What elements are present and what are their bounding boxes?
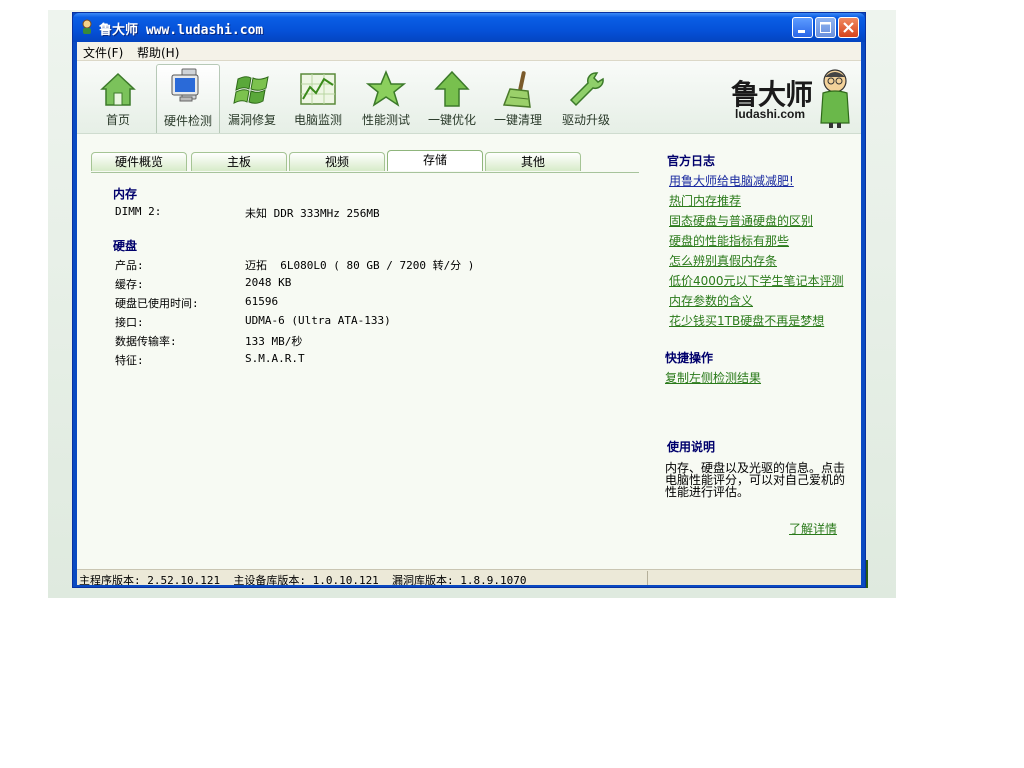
toolbar-clean-label: 一键清理 bbox=[493, 113, 542, 127]
brand-logo: 鲁大师 ludashi.com bbox=[727, 67, 857, 129]
disk-row-label: 接口: bbox=[115, 316, 144, 329]
blog-link[interactable]: 内存参数的含义 bbox=[669, 292, 753, 309]
title-bar[interactable]: 鲁大师 www.ludashi.com bbox=[73, 13, 865, 42]
blog-link[interactable]: 热门内存推荐 bbox=[669, 192, 741, 209]
learn-more-link[interactable]: 了解详情 bbox=[789, 520, 837, 537]
blog-link[interactable]: 固态硬盘与普通硬盘的区别 bbox=[669, 212, 813, 229]
close-icon bbox=[839, 18, 858, 37]
window-title: 鲁大师 www.ludashi.com bbox=[99, 23, 264, 38]
blog-link[interactable]: 硬盘的性能指标有那些 bbox=[669, 232, 789, 249]
usage-description: 内存、硬盘以及光驱的信息。点击电脑性能评分，可以对自己爱机的性能进行评估。 bbox=[665, 461, 846, 499]
toolbar-driver[interactable]: 驱动升级 bbox=[555, 67, 617, 129]
maximize-button[interactable] bbox=[815, 17, 836, 38]
tab-video[interactable]: 视频 bbox=[289, 152, 385, 171]
chart-icon bbox=[300, 73, 336, 105]
toolbar: 首页 硬件检测 漏洞修复 电脑监测 性能测试 一键优化 一键清理 驱动升级 鲁大… bbox=[77, 61, 861, 134]
brand-name-en: ludashi.com bbox=[735, 107, 806, 121]
disk-row-value: 2048 KB bbox=[245, 276, 292, 289]
toolbar-monitor-label: 电脑监测 bbox=[293, 113, 342, 127]
toolbar-benchmark[interactable]: 性能测试 bbox=[355, 67, 417, 129]
disk-row-value: 迈拓 6L080L0 ( 80 GB / 7200 转/分 ) bbox=[245, 259, 475, 272]
disk-row-value: 61596 bbox=[245, 295, 279, 308]
blog-section-title: 官方日志 bbox=[667, 154, 716, 168]
blog-link[interactable]: 用鲁大师给电脑减减肥! bbox=[669, 172, 794, 189]
disk-row-label: 数据传输率: bbox=[115, 335, 177, 348]
client-area: 文件(F) 帮助(H) 首页 硬件检测 漏洞修复 电脑监测 性能测试 一键优化 … bbox=[77, 42, 861, 585]
app-logo-icon bbox=[82, 19, 92, 34]
blog-link[interactable]: 花少钱买1TB硬盘不再是梦想 bbox=[669, 312, 824, 329]
disk-row-value: UDMA-6 (Ultra ATA-133) bbox=[245, 314, 391, 327]
toolbar-home[interactable]: 首页 bbox=[87, 67, 149, 129]
toolbar-patch[interactable]: 漏洞修复 bbox=[221, 67, 283, 129]
tab-motherboard[interactable]: 主板 bbox=[191, 152, 287, 171]
toolbar-clean[interactable]: 一键清理 bbox=[487, 67, 549, 129]
disk-row-label: 缓存: bbox=[115, 278, 144, 291]
tab-overview[interactable]: 硬件概览 bbox=[91, 152, 187, 171]
tab-strip: 硬件概览 主板 视频 存储 其他 bbox=[91, 150, 639, 173]
status-bar: 主程序版本: 2.52.10.121 主设备库版本: 1.0.10.121 漏洞… bbox=[77, 569, 861, 585]
menu-help[interactable]: 帮助(H) bbox=[137, 44, 179, 61]
mascot-icon bbox=[820, 69, 850, 128]
toolbar-monitor[interactable]: 电脑监测 bbox=[287, 67, 349, 129]
tab-other[interactable]: 其他 bbox=[485, 152, 581, 171]
toolbar-driver-label: 驱动升级 bbox=[561, 113, 610, 127]
wrench-icon bbox=[569, 72, 604, 107]
memory-row-label: DIMM 2: bbox=[115, 205, 162, 218]
usage-section-title: 使用说明 bbox=[667, 440, 716, 454]
disk-row-value: S.M.A.R.T bbox=[245, 352, 305, 365]
toolbar-optimize[interactable]: 一键优化 bbox=[421, 67, 483, 129]
status-divider bbox=[647, 571, 648, 585]
minimize-button[interactable] bbox=[792, 17, 813, 38]
home-icon bbox=[100, 72, 136, 106]
tab-storage[interactable]: 存储 bbox=[387, 150, 483, 171]
maximize-icon bbox=[816, 18, 835, 37]
quick-actions-title: 快捷操作 bbox=[665, 351, 714, 365]
toolbar-hardware[interactable]: 硬件检测 bbox=[156, 64, 220, 133]
monitor-icon bbox=[171, 68, 199, 102]
windows-flag-icon bbox=[233, 76, 269, 104]
disk-row-value: 133 MB/秒 bbox=[245, 335, 303, 348]
toolbar-home-label: 首页 bbox=[105, 113, 130, 127]
memory-section-title: 内存 bbox=[113, 187, 138, 201]
menu-bar: 文件(F) 帮助(H) bbox=[77, 42, 861, 61]
disk-row-label: 硬盘已使用时间: bbox=[115, 297, 199, 310]
disk-row-label: 产品: bbox=[115, 259, 144, 272]
close-button[interactable] bbox=[838, 17, 859, 38]
version-status: 主程序版本: 2.52.10.121 主设备库版本: 1.0.10.121 漏洞… bbox=[79, 574, 527, 585]
minimize-icon bbox=[793, 18, 812, 37]
app-window: 鲁大师 www.ludashi.com 文件(F) 帮助(H) 首页 硬件检测 … bbox=[72, 12, 866, 588]
star-icon bbox=[366, 70, 406, 107]
blog-link[interactable]: 怎么辨别真假内存条 bbox=[669, 252, 777, 269]
menu-file[interactable]: 文件(F) bbox=[83, 44, 123, 61]
broom-icon bbox=[502, 71, 531, 108]
main-panel: 硬件概览 主板 视频 存储 其他 内存 DIMM 2: 未知 DDR 333MH… bbox=[77, 134, 657, 564]
copy-results-link[interactable]: 复制左侧检测结果 bbox=[665, 369, 761, 386]
sidebar: 官方日志 用鲁大师给电脑减减肥! 热门内存推荐 固态硬盘与普通硬盘的区别 硬盘的… bbox=[663, 146, 859, 566]
disk-section-title: 硬盘 bbox=[113, 239, 138, 253]
up-arrow-icon bbox=[434, 70, 470, 107]
blog-link[interactable]: 低价4000元以下学生笔记本评测 bbox=[669, 272, 844, 289]
memory-row-value: 未知 DDR 333MHz 256MB bbox=[245, 207, 380, 220]
disk-row-label: 特征: bbox=[115, 354, 144, 367]
